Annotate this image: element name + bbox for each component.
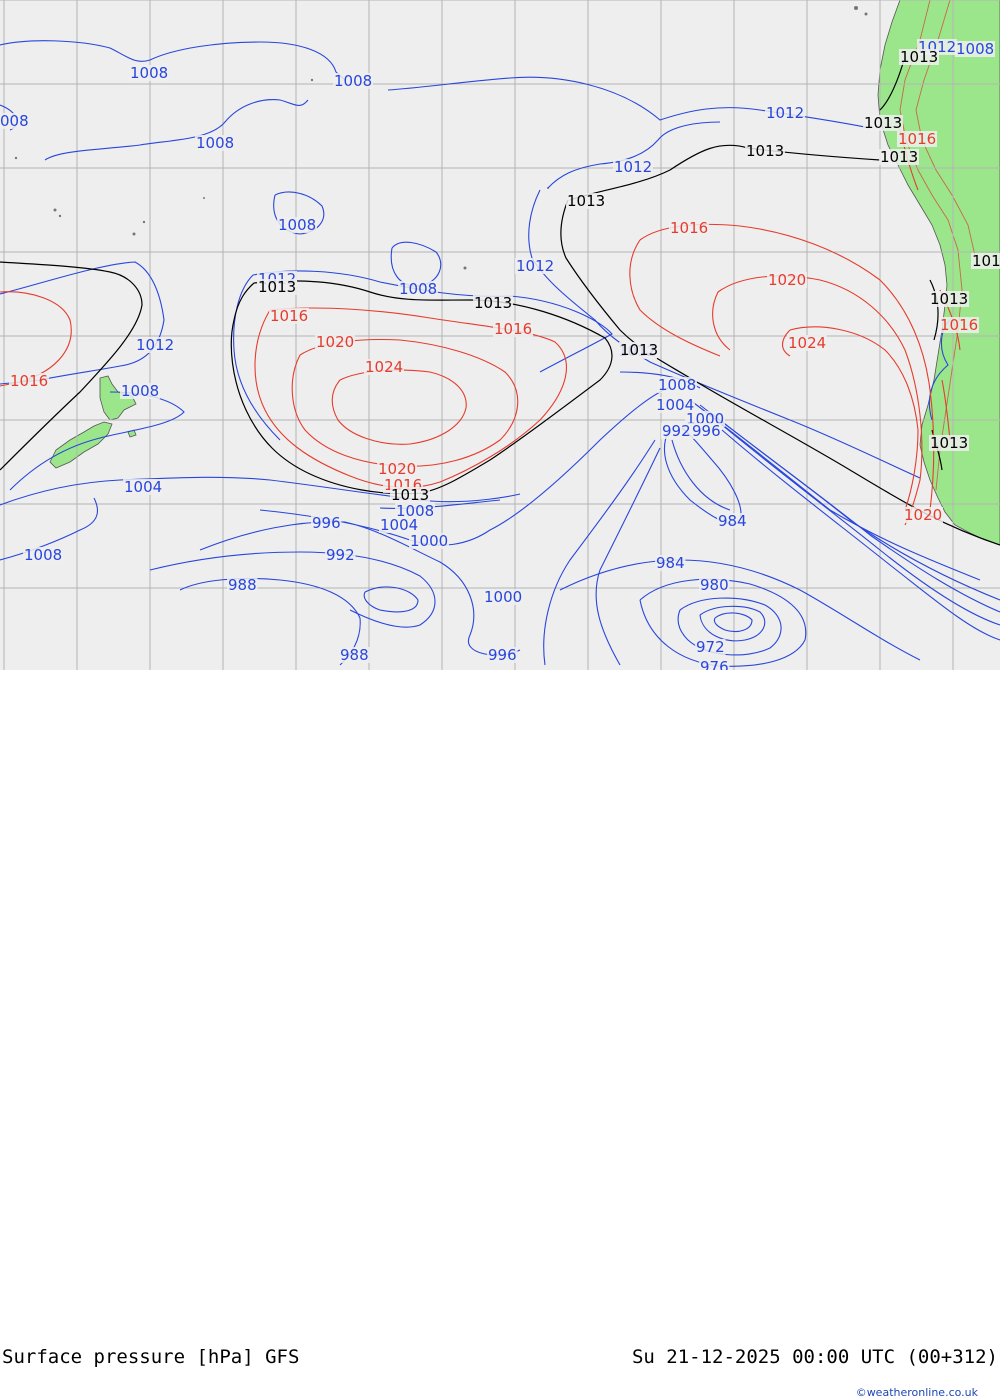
isobar-label-low: 1008	[130, 64, 168, 82]
isobar-label-high: 1024	[788, 334, 826, 352]
isobar-label-low: 1000	[410, 532, 448, 550]
isobar-label-high: 1016	[494, 320, 532, 338]
isobar-label-low: 988	[340, 646, 369, 664]
isobar-label-low: 1008	[334, 72, 372, 90]
isobar-label-ref: 1013	[972, 252, 1000, 270]
isobar-label-high: 1016	[898, 130, 936, 148]
isobar-label-low: 972	[696, 638, 725, 656]
isobar-label-low: 1012	[614, 158, 652, 176]
isobar-label-high: 1020	[904, 506, 942, 524]
isobar-label-low: 1008	[196, 134, 234, 152]
isobar-label-low: 1012	[136, 336, 174, 354]
isobar-label-high: 1020	[316, 333, 354, 351]
isobar-label-ref: 1013	[880, 148, 918, 166]
isobar-label-low: 008	[0, 112, 29, 130]
isobar-label-low: 976	[700, 658, 729, 670]
isobar-label-high: 1020	[768, 271, 806, 289]
isobar-label-low: 1012	[516, 257, 554, 275]
map-title: Surface pressure [hPa] GFS	[2, 1346, 300, 1368]
valid-time: Su 21-12-2025 00:00 UTC (00+312)	[631, 1346, 998, 1368]
isobar-label-low: 980	[700, 576, 729, 594]
isobar-label-ref: 1013	[864, 114, 902, 132]
weather-map: 60E170E180170W160W150W140W130W120W110W10…	[0, 0, 1000, 670]
isobar-label-low: 1008	[278, 216, 316, 234]
isobar-label-low: 1008	[956, 40, 994, 58]
isobar-label-high: 1016	[940, 316, 978, 334]
isobar-label-ref: 1013	[620, 341, 658, 359]
isobar-label-low: 1008	[399, 280, 437, 298]
isobar-label-low: 992	[326, 546, 355, 564]
isobar-label-high: 1016	[670, 219, 708, 237]
isobar-label-low: 1008	[121, 382, 159, 400]
isobar-label-low: 1012	[766, 104, 804, 122]
isobar-label-ref: 1013	[930, 434, 968, 452]
isobar-label-high: 1016	[270, 307, 308, 325]
isobar-label-ref: 1013	[567, 192, 605, 210]
isobar-label-ref: 1013	[746, 142, 784, 160]
isobar-label-ref: 1013	[258, 278, 296, 296]
footer: Surface pressure [hPa] GFS Su 21-12-2025…	[0, 670, 1000, 1399]
isobar-label-low: 1008	[24, 546, 62, 564]
isobar-label-low: 1008	[658, 376, 696, 394]
isobar-label-ref: 1013	[900, 48, 938, 66]
isobar-label-low: 1000	[484, 588, 522, 606]
isobar-label-low: 984	[656, 554, 685, 572]
isobar-label-low: 996	[692, 422, 721, 440]
isobar-label-ref: 1013	[474, 294, 512, 312]
isobar-label-low: 996	[488, 646, 517, 664]
isobar-label-low: 988	[228, 576, 257, 594]
isobar-label-low: 992	[662, 422, 691, 440]
isobar-label-ref: 1013	[930, 290, 968, 308]
isobar-label-low: 996	[312, 514, 341, 532]
map-canvas: 60E170E180170W160W150W140W130W120W110W10…	[0, 0, 1000, 670]
credit-link[interactable]: ©weatheronline.co.uk	[856, 1386, 978, 1399]
isobar-label-low: 984	[718, 512, 747, 530]
isobar-label-low: 1004	[124, 478, 162, 496]
isobar-label-high: 1016	[10, 372, 48, 390]
isobar-label-high: 1024	[365, 358, 403, 376]
